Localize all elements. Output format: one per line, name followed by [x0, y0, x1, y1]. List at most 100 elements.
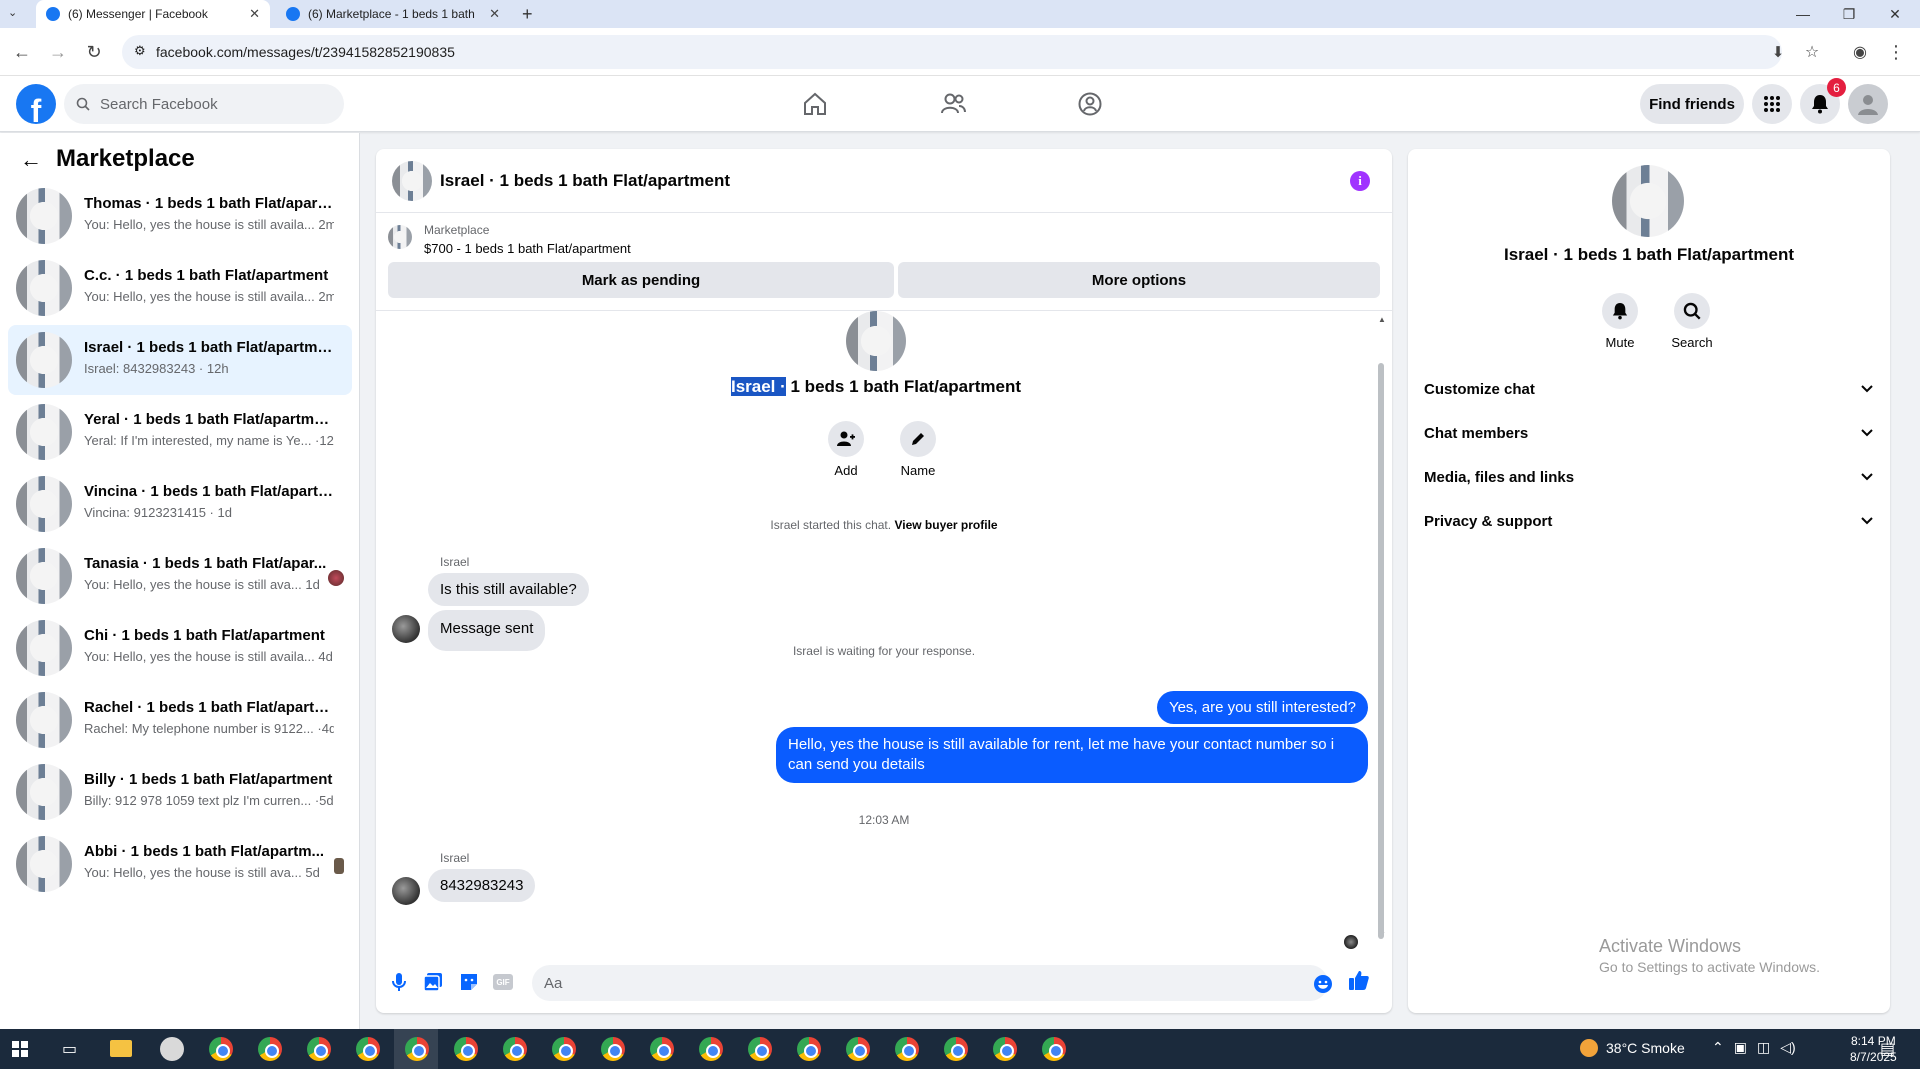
conversation-item[interactable]: Abbi · 1 beds 1 bath Flat/apartm... You:…: [8, 829, 352, 899]
chrome-icon[interactable]: [209, 1037, 233, 1061]
groups-nav-icon[interactable]: [1072, 86, 1108, 122]
profile-icon[interactable]: ◉: [1848, 40, 1872, 64]
facebook-search-input[interactable]: Search Facebook: [64, 84, 344, 124]
account-avatar[interactable]: [1848, 84, 1888, 124]
details-avatar[interactable]: [1612, 165, 1684, 237]
conversation-item[interactable]: Yeral · 1 beds 1 bath Flat/apartment Yer…: [8, 397, 352, 467]
photo-attach-icon[interactable]: [422, 971, 444, 993]
minimize-icon[interactable]: —: [1780, 0, 1826, 28]
weather-widget[interactable]: 38°C Smoke: [1580, 1039, 1685, 1057]
url-field[interactable]: ⚙ facebook.com/messages/t/23941582852190…: [122, 35, 1782, 69]
conversation-item[interactable]: Tanasia · 1 beds 1 bath Flat/apar... You…: [8, 541, 352, 611]
sticker-icon[interactable]: [458, 971, 480, 993]
outgoing-message[interactable]: Hello, yes the house is still available …: [776, 727, 1368, 783]
windows-start-icon[interactable]: [12, 1041, 28, 1057]
message-input[interactable]: Aa: [532, 965, 1328, 1001]
chrome-icon[interactable]: [356, 1037, 380, 1061]
chrome-icon[interactable]: [699, 1037, 723, 1061]
find-friends-button[interactable]: Find friends: [1640, 84, 1744, 124]
reload-icon[interactable]: ↻: [82, 40, 106, 64]
outgoing-message[interactable]: Yes, are you still interested?: [1156, 691, 1368, 724]
conversation-item[interactable]: Vincina · 1 beds 1 bath Flat/apartm... V…: [8, 469, 352, 539]
conversation-item[interactable]: Thomas · 1 beds 1 bath Flat/apart... You…: [8, 181, 352, 251]
friends-nav-icon[interactable]: [935, 86, 971, 122]
chat-title[interactable]: Israel · 1 beds 1 bath Flat/apartment: [440, 171, 730, 191]
chrome-icon[interactable]: [307, 1037, 331, 1061]
install-app-icon[interactable]: ⬇: [1766, 40, 1790, 64]
new-tab-icon[interactable]: +: [522, 4, 533, 25]
chrome-icon[interactable]: [552, 1037, 576, 1061]
chat-members-section[interactable]: Chat members: [1424, 411, 1874, 455]
customize-chat-section[interactable]: Customize chat: [1424, 367, 1874, 411]
back-arrow-icon[interactable]: ←: [20, 147, 42, 173]
microphone-icon[interactable]: [388, 971, 410, 993]
conversation-item[interactable]: Billy · 1 beds 1 bath Flat/apartment Bil…: [8, 757, 352, 827]
chrome-icon[interactable]: [944, 1037, 968, 1061]
chrome-icon[interactable]: [895, 1037, 919, 1061]
incoming-message[interactable]: Is this still available?: [428, 573, 589, 606]
chrome-icon[interactable]: [748, 1037, 772, 1061]
tab-marketplace[interactable]: (6) Marketplace - 1 beds 1 bath ✕: [276, 0, 510, 28]
view-buyer-profile-link[interactable]: View buyer profile: [894, 518, 997, 532]
chat-avatar[interactable]: [392, 161, 432, 201]
chrome-icon[interactable]: [797, 1037, 821, 1061]
wifi-icon[interactable]: ◫: [1757, 1039, 1770, 1056]
home-nav-icon[interactable]: [797, 86, 833, 122]
gif-icon[interactable]: GIF: [492, 971, 514, 993]
close-window-icon[interactable]: ✕: [1872, 0, 1918, 28]
chrome-icon-active[interactable]: [405, 1037, 429, 1061]
tray-chevron-icon[interactable]: ⌃: [1712, 1039, 1724, 1056]
scroll-up-icon[interactable]: ▲: [1378, 315, 1386, 324]
forward-icon[interactable]: →: [46, 40, 70, 64]
emoji-icon[interactable]: [1312, 973, 1334, 995]
close-tab-icon[interactable]: ✕: [489, 6, 500, 22]
menu-grid-icon[interactable]: [1752, 84, 1792, 124]
media-files-links-section[interactable]: Media, files and links: [1424, 455, 1874, 499]
notification-count-badge: 6: [1827, 78, 1846, 97]
marketplace-listing-row[interactable]: Marketplace $700 - 1 beds 1 bath Flat/ap…: [376, 213, 1392, 261]
volume-icon[interactable]: ◁): [1780, 1039, 1795, 1056]
menu-kebab-icon[interactable]: ⋮: [1884, 40, 1908, 64]
notification-center-icon[interactable]: ▤: [1880, 1039, 1895, 1059]
network-icon[interactable]: ▣: [1734, 1039, 1747, 1056]
chrome-icon[interactable]: [650, 1037, 674, 1061]
chrome-icon[interactable]: [1042, 1037, 1066, 1061]
mute-action[interactable]: Mute: [1590, 293, 1650, 350]
conversation-item-active[interactable]: Israel · 1 beds 1 bath Flat/apartment Is…: [8, 325, 352, 395]
seen-avatar: [328, 570, 344, 586]
message-list[interactable]: Israel · 1 beds 1 bath Flat/apartment Ad…: [376, 310, 1392, 950]
bell-icon: [1602, 293, 1638, 329]
more-options-button[interactable]: More options: [898, 262, 1380, 298]
scrollbar-thumb[interactable]: [1378, 363, 1384, 939]
search-action[interactable]: Search: [1662, 293, 1722, 350]
site-info-icon[interactable]: ⚙: [134, 43, 146, 59]
add-people-action[interactable]: Add: [820, 421, 872, 478]
back-icon[interactable]: ←: [10, 40, 34, 64]
tab-search-icon[interactable]: ⌄: [8, 6, 26, 22]
chrome-icon[interactable]: [846, 1037, 870, 1061]
task-view-icon[interactable]: ▭: [62, 1039, 77, 1059]
chrome-icon[interactable]: [601, 1037, 625, 1061]
incoming-message[interactable]: 8432983243: [428, 869, 536, 902]
name-action[interactable]: Name: [892, 421, 944, 478]
restore-icon[interactable]: ❐: [1826, 0, 1872, 28]
facebook-logo-icon[interactable]: f: [16, 84, 56, 124]
tab-messenger[interactable]: (6) Messenger | Facebook ✕: [36, 0, 270, 28]
file-explorer-icon[interactable]: [110, 1040, 132, 1057]
mark-as-pending-button[interactable]: Mark as pending: [388, 262, 894, 298]
sidebar-title: Marketplace: [56, 145, 195, 172]
conversation-item[interactable]: C.c. · 1 beds 1 bath Flat/apartment You:…: [8, 253, 352, 323]
close-tab-icon[interactable]: ✕: [249, 6, 260, 22]
chrome-icon[interactable]: [503, 1037, 527, 1061]
bookmark-star-icon[interactable]: ☆: [1800, 40, 1824, 64]
conversation-item[interactable]: Rachel · 1 beds 1 bath Flat/apartm... Ra…: [8, 685, 352, 755]
thumbs-up-icon[interactable]: [1348, 969, 1370, 991]
conversation-item[interactable]: Chi · 1 beds 1 bath Flat/apartment You: …: [8, 613, 352, 683]
app-icon[interactable]: [160, 1037, 184, 1061]
privacy-support-section[interactable]: Privacy & support: [1424, 499, 1874, 543]
chrome-icon[interactable]: [258, 1037, 282, 1061]
chrome-icon[interactable]: [454, 1037, 478, 1061]
info-icon[interactable]: i: [1350, 171, 1370, 191]
intro-avatar: [846, 311, 906, 371]
chrome-icon[interactable]: [993, 1037, 1017, 1061]
